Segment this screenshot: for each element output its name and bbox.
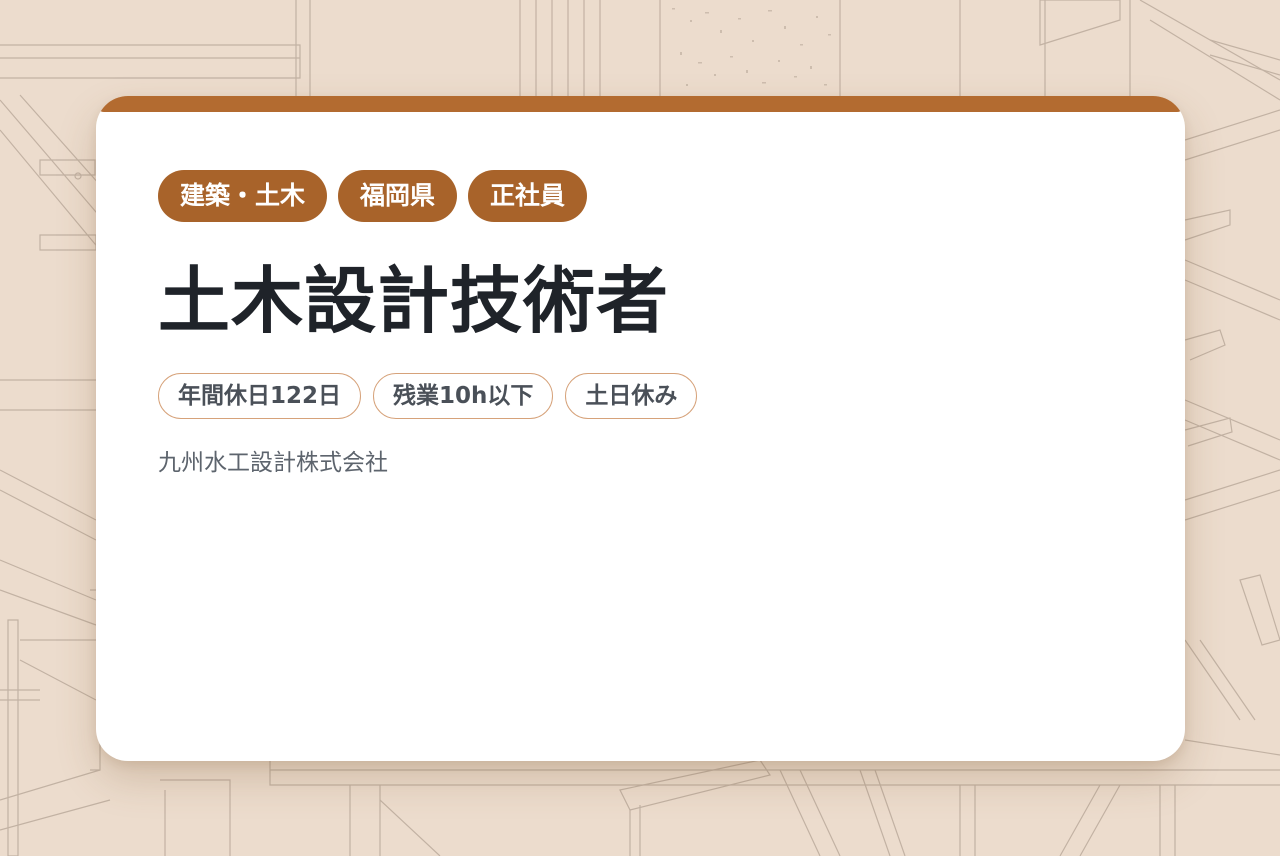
- category-tags: 建築・土木 福岡県 正社員: [158, 170, 588, 222]
- benefit-chip-weekends-off: 土日休み: [565, 373, 698, 419]
- tag-category: 建築・土木: [158, 170, 328, 222]
- benefit-chip-holidays: 年間休日122日: [158, 373, 362, 419]
- tag-location: 福岡県: [338, 170, 458, 222]
- card-accent-bar: [96, 96, 1185, 112]
- benefit-chips: 年間休日122日 残業10h以下 土日休み: [158, 373, 698, 419]
- tag-employment-type: 正社員: [468, 170, 588, 222]
- company-name: 九州水工設計株式会社: [158, 450, 388, 476]
- job-title: 土木設計技術者: [158, 259, 670, 343]
- benefit-chip-overtime: 残業10h以下: [373, 373, 554, 419]
- job-card[interactable]: 建築・土木 福岡県 正社員 土木設計技術者 年間休日122日 残業10h以下 土…: [96, 96, 1185, 761]
